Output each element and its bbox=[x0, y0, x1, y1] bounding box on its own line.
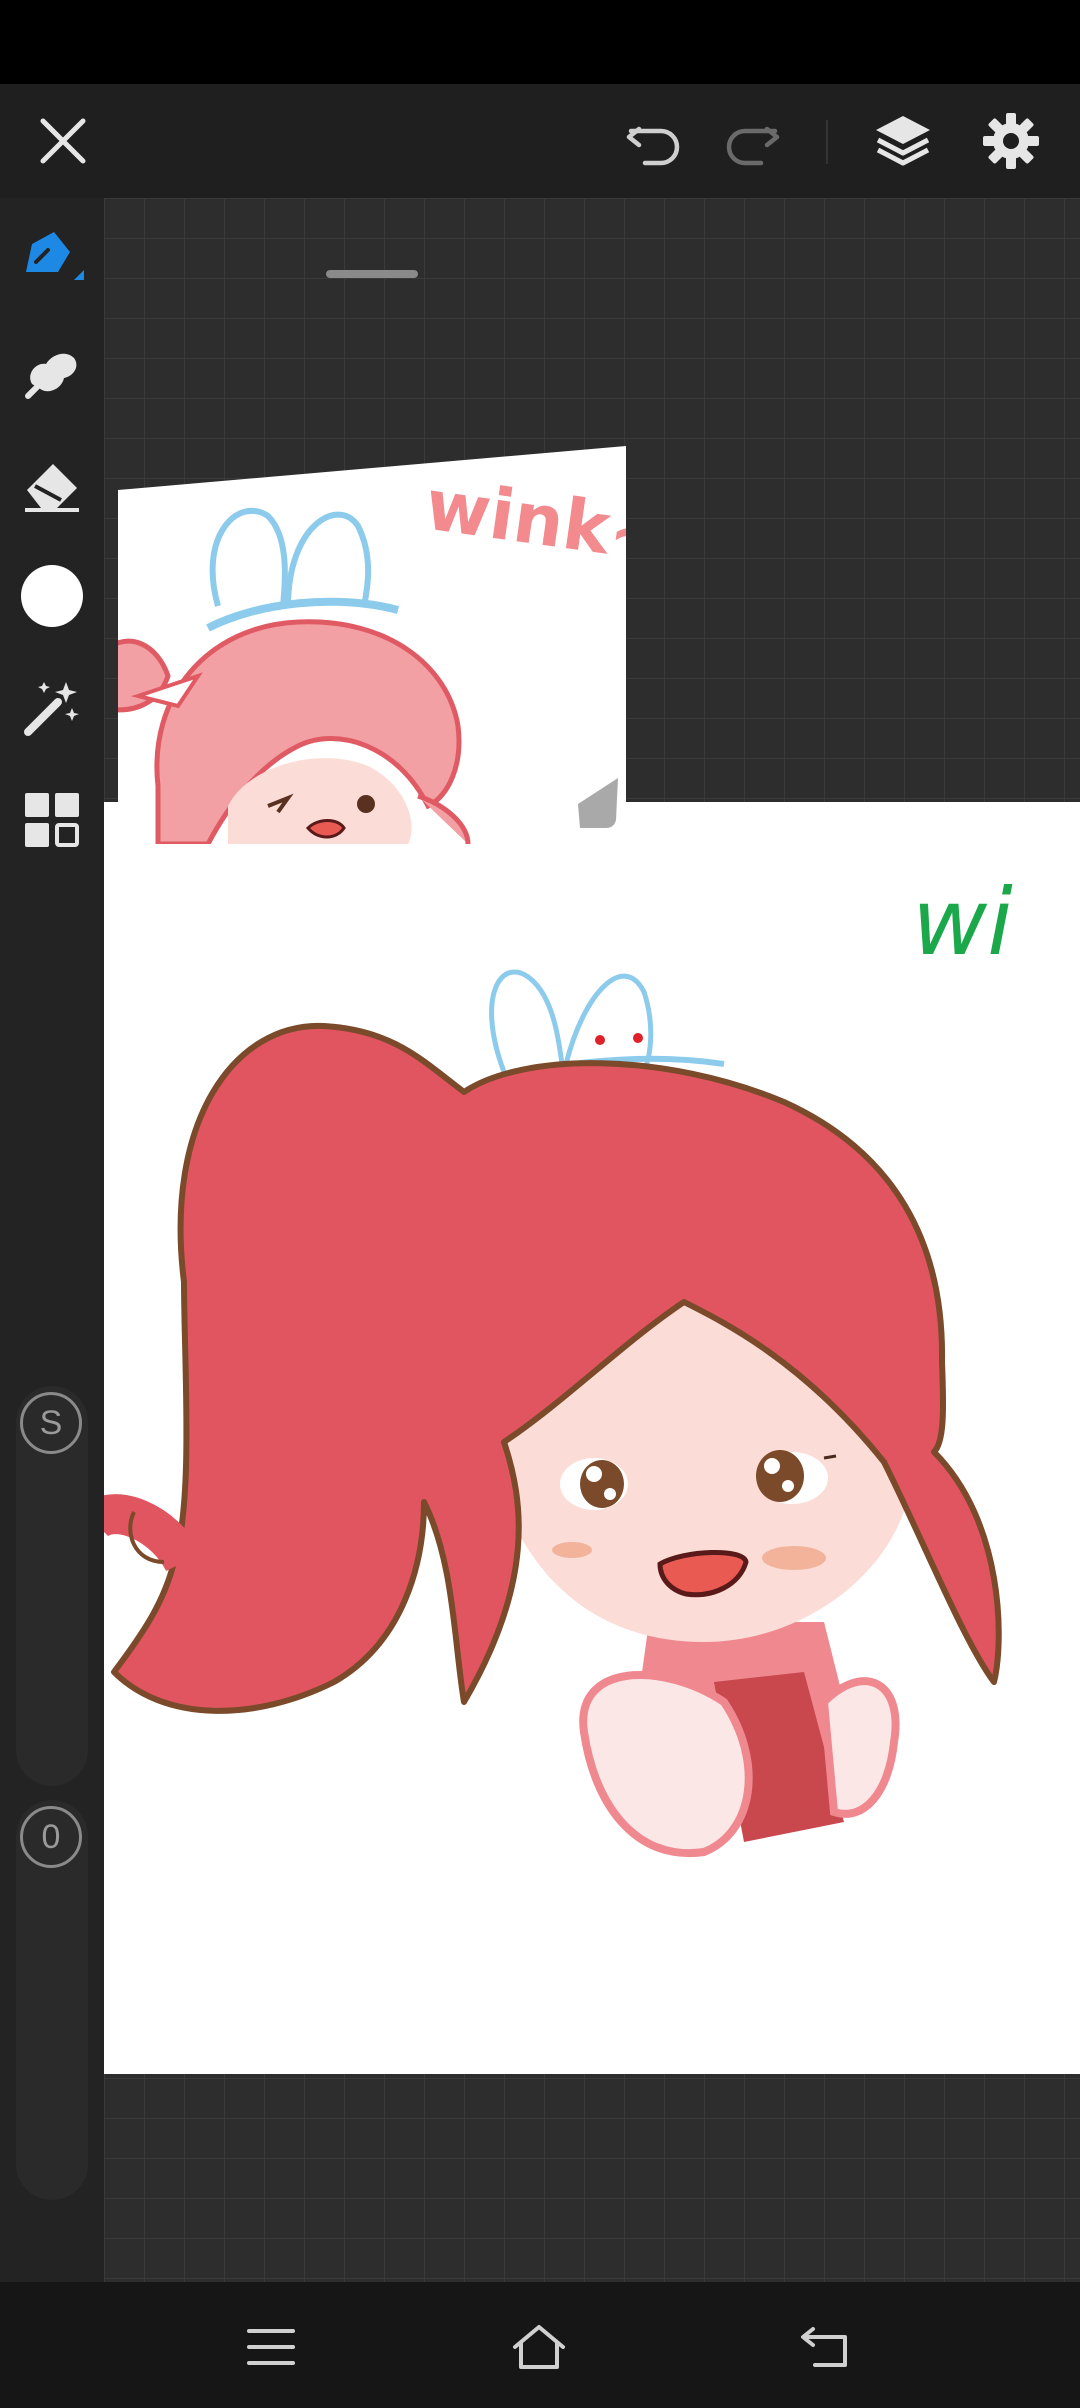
magic-tool-button[interactable] bbox=[14, 670, 90, 746]
close-button[interactable] bbox=[28, 106, 98, 176]
back-icon bbox=[801, 2327, 847, 2367]
more-tools-button[interactable] bbox=[14, 782, 90, 858]
home-button[interactable] bbox=[504, 2312, 574, 2382]
smudge-tool-button[interactable] bbox=[14, 332, 90, 408]
menu-icon bbox=[247, 2329, 295, 2365]
system-navigation-bar bbox=[0, 2282, 1080, 2408]
opacity-slider-label: 0 bbox=[20, 1806, 82, 1868]
color-picker-button[interactable] bbox=[14, 558, 90, 634]
size-slider[interactable]: S bbox=[16, 1386, 88, 1786]
reference-image-panel[interactable]: wink~ bbox=[118, 366, 626, 928]
smudge-icon bbox=[25, 353, 77, 399]
gear-icon bbox=[983, 113, 1039, 169]
redo-button[interactable] bbox=[716, 106, 786, 176]
tool-sidebar: S 0 bbox=[0, 198, 104, 2282]
drawing-canvas[interactable]: wi bbox=[79, 802, 1080, 2074]
grid-icon bbox=[25, 793, 79, 847]
status-bar bbox=[0, 0, 1080, 84]
close-icon bbox=[40, 118, 86, 164]
reference-image: wink~ bbox=[118, 446, 626, 844]
settings-button[interactable] bbox=[976, 106, 1046, 176]
opacity-slider[interactable]: 0 bbox=[16, 1800, 88, 2200]
layers-icon bbox=[876, 116, 930, 166]
eraser-icon bbox=[25, 464, 79, 512]
undo-button[interactable] bbox=[620, 106, 690, 176]
undo-icon bbox=[626, 126, 680, 166]
reference-drag-handle[interactable] bbox=[326, 270, 418, 278]
pen-icon bbox=[26, 232, 84, 280]
toolbar-divider bbox=[826, 120, 828, 164]
top-toolbar bbox=[0, 84, 1080, 198]
canvas-artwork: wi bbox=[79, 869, 1013, 1858]
redo-icon bbox=[726, 126, 780, 166]
pen-tool-button[interactable] bbox=[14, 218, 90, 294]
layers-button[interactable] bbox=[868, 106, 938, 176]
eraser-tool-button[interactable] bbox=[14, 446, 90, 522]
home-icon bbox=[513, 2325, 565, 2369]
drawing-app: wi wink~ S 0 bbox=[0, 84, 1080, 2282]
magic-wand-icon bbox=[24, 682, 79, 736]
color-circle bbox=[21, 565, 83, 627]
size-slider-label: S bbox=[20, 1392, 82, 1454]
canvas-text-fragment: wi bbox=[912, 869, 1013, 976]
recents-button[interactable] bbox=[236, 2312, 306, 2382]
back-button[interactable] bbox=[790, 2312, 860, 2382]
